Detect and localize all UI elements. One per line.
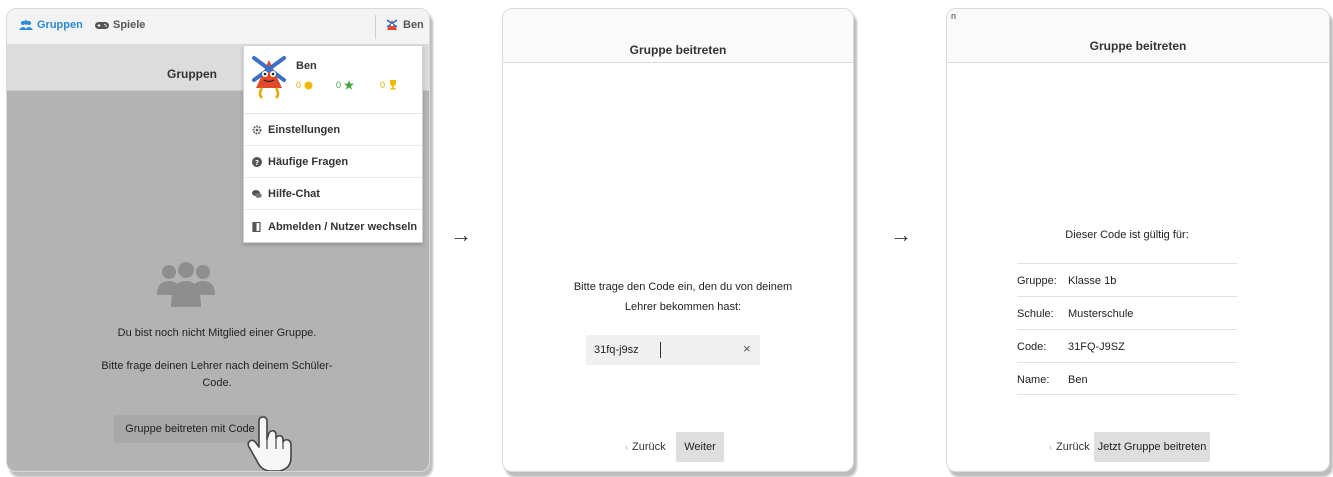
logout-icon [252,222,261,232]
info-key: Code: [1017,341,1047,353]
dialog-title: Gruppe beitreten [1089,39,1187,53]
back-label: Zurück [1056,441,1090,453]
ask-teacher-message: Bitte frage deinen Lehrer nach deinem Sc… [101,360,333,389]
svg-text:?: ? [255,159,259,167]
user-dropdown-menu: Ben 0 0 0 Einstellungen ? Häufige Fragen [243,45,423,243]
info-value: Klasse 1b [1068,275,1117,287]
info-key: Schule: [1017,308,1054,320]
top-nav-bar: Gruppen Spiele Ben [7,9,429,45]
nav-spiele-label: Spiele [113,19,146,31]
nav-gruppen-label: Gruppen [37,19,83,31]
dialog-header: n Gruppe beitreten [947,9,1329,63]
info-key: Name: [1017,374,1050,386]
info-key: Gruppe: [1017,275,1057,287]
corner-text: n [951,11,957,21]
info-value: 31FQ-J9SZ [1068,341,1125,353]
code-valid-for-text: Dieser Code ist gültig für: [1065,229,1189,241]
page-title: Gruppen [167,67,217,81]
star-icon [344,80,355,90]
info-value: Musterschule [1068,308,1134,320]
info-value: Ben [1068,374,1088,386]
menu-item-label: Einstellungen [268,123,341,136]
join-group-dialog: Gruppe beitreten Bitte trage den Code ei… [502,8,854,472]
menu-item-hilfe-chat[interactable]: Hilfe-Chat [244,178,422,210]
chevron-left-icon: ‹ [1049,442,1052,452]
nav-divider [375,15,376,39]
user-name: Ben [403,19,424,31]
join-group-now-button[interactable]: Jetzt Gruppe beitreten [1094,432,1210,462]
no-group-message: Du bist noch nicht Mitglied einer Gruppe… [117,327,317,339]
trophies-count: 0 [380,80,398,90]
clear-icon[interactable]: × [743,341,751,356]
next-button[interactable]: Weiter [676,432,724,462]
dialog-title: Gruppe beitreten [629,43,727,57]
help-icon: ? [252,156,262,167]
menu-item-einstellungen[interactable]: Einstellungen [244,114,422,146]
coins-value: 0 [296,80,302,90]
stars-value: 0 [336,80,342,90]
trophies-value: 0 [380,80,386,90]
dialog-header: Gruppe beitreten [503,9,853,63]
nav-gruppen[interactable]: Gruppen [19,19,83,31]
group-people-icon [157,262,215,307]
gear-icon [252,125,262,134]
chevron-left-icon: ‹ [625,442,628,452]
confirm-group-dialog: n Gruppe beitreten Dieser Code ist gülti… [946,8,1330,472]
stars-count: 0 [336,80,355,90]
menu-item-label: Abmelden / Nutzer wechseln [268,221,418,233]
info-row-name: Name: Ben [1017,362,1237,395]
chat-icon [252,189,262,198]
monster-avatar-icon [252,56,286,99]
info-row-schule: Schule: Musterschule [1017,296,1237,329]
menu-item-label: Hilfe-Chat [268,187,320,200]
menu-username: Ben [296,60,317,72]
hand-pointer-icon [247,416,292,471]
join-with-code-button[interactable]: Gruppe beitreten mit Code [114,415,266,443]
trophy-icon [390,80,397,90]
menu-profile-header: Ben 0 0 0 [244,46,422,114]
back-button[interactable]: ‹ Zurück [1049,441,1090,453]
step-arrow: → [890,222,912,247]
step-arrow: → [450,222,472,247]
menu-item-label: Häufige Fragen [268,155,349,168]
users-icon [19,20,33,30]
menu-item-haeufige-fragen[interactable]: ? Häufige Fragen [244,146,422,178]
text-caret [660,342,661,358]
nav-spiele[interactable]: Spiele [95,19,145,31]
code-input[interactable] [586,335,760,365]
monster-avatar-icon [386,19,398,30]
menu-item-abmelden[interactable]: Abmelden / Nutzer wechseln [244,210,422,244]
info-row-code: Code: 31FQ-J9SZ [1017,329,1237,362]
back-label: Zurück [632,441,666,453]
info-row-gruppe: Gruppe: Klasse 1b [1017,263,1237,296]
coins-count: 0 [296,80,313,90]
user-menu-button[interactable]: Ben [385,18,424,32]
gamepad-icon [95,21,109,29]
groups-screen: Gruppen Spiele Ben Gruppen Du bist noch … [6,8,430,472]
back-button[interactable]: ‹ Zurück [625,441,666,453]
code-instructions: Bitte trage den Code ein, den du von dei… [573,281,793,313]
coin-icon [304,81,313,89]
group-info-table: Gruppe: Klasse 1b Schule: Musterschule C… [1017,263,1237,395]
